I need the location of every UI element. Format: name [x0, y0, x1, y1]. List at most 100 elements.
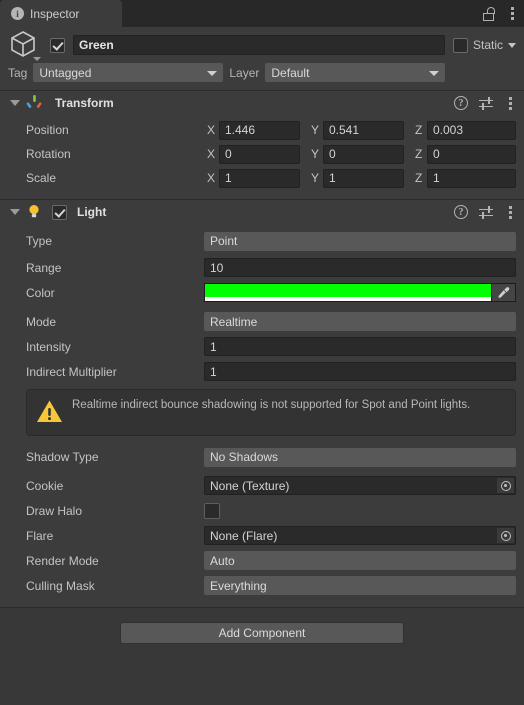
- culling-mask-dropdown[interactable]: Everything: [204, 576, 516, 595]
- light-body: Type Point Range 10 Color Mode Realtime …: [0, 224, 524, 607]
- position-label: Position: [26, 123, 69, 137]
- scale-z-cell: Z 1: [412, 168, 516, 188]
- draw-halo-checkbox[interactable]: [204, 502, 220, 519]
- axis-y-label: Y: [311, 123, 320, 137]
- color-swatch-alpha: [205, 297, 491, 301]
- intensity-input[interactable]: 1: [204, 337, 516, 356]
- scale-label: Scale: [26, 171, 57, 185]
- scale-z-input[interactable]: 1: [427, 168, 516, 188]
- scale-y-input[interactable]: 1: [323, 168, 404, 188]
- component-transform: Transform ? Position X 1.446 Y 0.541 Z 0: [0, 90, 524, 199]
- light-header[interactable]: Light ?: [0, 200, 524, 224]
- light-mode-row: Mode Realtime: [8, 310, 516, 333]
- light-flare-row: Flare None (Flare): [8, 524, 516, 547]
- info-icon: i: [11, 7, 24, 20]
- rotation-label: Rotation: [26, 147, 71, 161]
- chevron-down-icon: [33, 57, 41, 61]
- shadow-type-label: Shadow Type: [26, 450, 99, 464]
- mode-value: Realtime: [210, 314, 258, 329]
- axis-y-label: Y: [311, 171, 320, 185]
- component-light: Light ? Type Point Range 10 Color Mode R…: [0, 199, 524, 607]
- scale-x-input[interactable]: 1: [219, 168, 300, 188]
- axis-z-label: Z: [415, 123, 423, 137]
- position-y-input[interactable]: 0.541: [323, 120, 404, 140]
- flare-object-field[interactable]: None (Flare): [204, 526, 516, 545]
- transform-body: Position X 1.446 Y 0.541 Z 0.003 Rotatio…: [0, 115, 524, 199]
- add-component-button[interactable]: Add Component: [120, 622, 404, 644]
- help-icon[interactable]: ?: [454, 96, 468, 110]
- layer-dropdown[interactable]: Default: [265, 63, 446, 82]
- scale-y-cell: Y 1: [308, 168, 412, 188]
- cube-icon[interactable]: [8, 29, 42, 61]
- culling-mask-value: Everything: [210, 578, 267, 593]
- preset-icon[interactable]: [479, 96, 493, 110]
- tag-dropdown[interactable]: Untagged: [33, 63, 224, 82]
- rotation-z-input[interactable]: 0: [427, 144, 516, 164]
- tabbar-actions: [483, 0, 518, 27]
- transform-title: Transform: [55, 96, 114, 110]
- transform-rotation-row: Rotation X 0 Y 0 Z 0: [8, 143, 516, 165]
- warning-text: Realtime indirect bounce shadowing is no…: [72, 399, 471, 411]
- lock-open-icon[interactable]: [483, 6, 496, 21]
- tag-layer-row: Tag Untagged Layer Default: [8, 63, 516, 82]
- rotation-vector: X 0 Y 0 Z 0: [204, 144, 516, 164]
- cookie-object-field[interactable]: None (Texture): [204, 476, 516, 495]
- light-header-actions: ?: [454, 200, 516, 224]
- shadow-type-value: No Shadows: [210, 450, 279, 464]
- light-color-row: Color: [8, 281, 516, 304]
- position-x-input[interactable]: 1.446: [219, 120, 300, 140]
- color-swatch[interactable]: [204, 283, 492, 302]
- transform-header-actions: ?: [454, 91, 516, 115]
- rotation-y-input[interactable]: 0: [323, 144, 404, 164]
- axis-z-label: Z: [415, 171, 423, 185]
- light-enabled-checkbox[interactable]: [52, 204, 67, 220]
- light-title: Light: [77, 205, 107, 219]
- help-icon[interactable]: ?: [454, 205, 468, 219]
- light-type-dropdown[interactable]: Point: [204, 231, 516, 251]
- transform-header[interactable]: Transform ?: [0, 91, 524, 115]
- rotation-x-cell: X 0: [204, 144, 308, 164]
- light-foldout-icon[interactable]: [10, 209, 20, 215]
- gameobject-name-row: Green Static: [8, 31, 516, 61]
- tab-inspector[interactable]: i Inspector: [0, 0, 122, 27]
- position-x-cell: X 1.446: [204, 120, 308, 140]
- position-z-input[interactable]: 0.003: [427, 120, 516, 140]
- chevron-down-icon: [429, 70, 440, 76]
- indirect-multiplier-label: Indirect Multiplier: [26, 364, 117, 379]
- kebab-menu-icon[interactable]: [504, 205, 516, 219]
- gameobject-enabled-checkbox[interactable]: [50, 37, 65, 53]
- rotation-z-cell: Z 0: [412, 144, 516, 164]
- light-mode-dropdown[interactable]: Realtime: [204, 312, 516, 331]
- light-cookie-row: Cookie None (Texture): [8, 474, 516, 497]
- range-input[interactable]: 10: [204, 258, 516, 277]
- axis-y-label: Y: [311, 147, 320, 161]
- flare-value: None (Flare): [210, 528, 278, 543]
- shadow-type-dropdown[interactable]: No Shadows: [204, 447, 516, 467]
- preset-icon[interactable]: [479, 205, 493, 219]
- transform-foldout-icon[interactable]: [10, 100, 20, 106]
- intensity-label: Intensity: [26, 339, 71, 354]
- inspector-tabbar: i Inspector: [0, 0, 524, 27]
- indirect-multiplier-input[interactable]: 1: [204, 362, 516, 381]
- render-mode-dropdown[interactable]: Auto: [204, 551, 516, 570]
- draw-halo-label: Draw Halo: [26, 503, 83, 518]
- cookie-value: None (Texture): [210, 478, 290, 493]
- rotation-x-input[interactable]: 0: [219, 144, 300, 164]
- axis-z-label: Z: [415, 147, 423, 161]
- object-picker-icon[interactable]: [497, 528, 514, 543]
- light-intensity-row: Intensity 1: [8, 335, 516, 358]
- position-z-cell: Z 0.003: [412, 120, 516, 140]
- footer: Add Component: [0, 608, 524, 644]
- gameobject-name-input[interactable]: Green: [73, 35, 445, 55]
- light-draw-halo-row: Draw Halo: [8, 499, 516, 522]
- light-shadow-type-row: Shadow Type No Shadows: [8, 444, 516, 470]
- kebab-menu-icon[interactable]: [504, 96, 516, 110]
- eyedropper-icon[interactable]: [492, 283, 516, 302]
- kebab-menu-icon[interactable]: [506, 7, 518, 20]
- light-indirect-row: Indirect Multiplier 1: [8, 360, 516, 383]
- static-dropdown-icon[interactable]: [508, 42, 516, 48]
- rotation-y-cell: Y 0: [308, 144, 412, 164]
- static-checkbox[interactable]: [452, 37, 468, 53]
- light-range-row: Range 10: [8, 256, 516, 279]
- object-picker-icon[interactable]: [497, 478, 514, 493]
